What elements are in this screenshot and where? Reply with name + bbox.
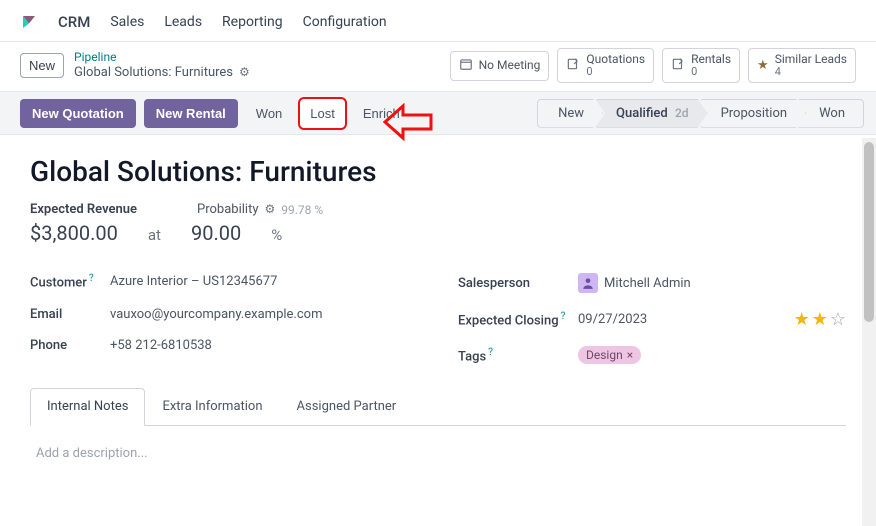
- tag-chip[interactable]: Design ×: [578, 346, 641, 364]
- stat-quotations-count: 0: [586, 66, 645, 78]
- new-quotation-button[interactable]: New Quotation: [20, 99, 136, 128]
- tag-chip-label: Design: [586, 348, 623, 362]
- phone-label: Phone: [30, 338, 110, 353]
- phone-value[interactable]: +58 212-6810538: [110, 338, 418, 353]
- lost-button[interactable]: Lost: [300, 99, 345, 128]
- stage-bar: New Qualified 2d Proposition Won: [537, 99, 856, 128]
- gear-icon[interactable]: [264, 202, 275, 217]
- enrich-button[interactable]: Enrich: [353, 99, 410, 128]
- stat-meetings[interactable]: No Meeting: [450, 51, 550, 81]
- stage-won[interactable]: Won: [798, 99, 864, 128]
- stage-new[interactable]: New: [537, 99, 603, 128]
- calendar-icon: [459, 57, 473, 75]
- tags-label: Tags: [458, 349, 486, 364]
- probability-value[interactable]: 90.00: [191, 221, 241, 245]
- priority-stars[interactable]: ★ ★ ☆: [794, 309, 846, 330]
- tabs: Internal Notes Extra Information Assigne…: [30, 388, 846, 426]
- expected-revenue-label: Expected Revenue: [30, 202, 137, 217]
- stat-meetings-label: No Meeting: [479, 59, 541, 72]
- close-icon[interactable]: ×: [627, 348, 633, 362]
- customer-value[interactable]: Azure Interior – US12345677: [110, 274, 418, 289]
- star-empty-icon: ☆: [830, 309, 846, 330]
- top-navbar: CRM Sales Leads Reporting Configuration: [0, 0, 876, 42]
- stat-similar-label: Similar Leads: [775, 53, 847, 66]
- tab-internal-notes[interactable]: Internal Notes: [30, 388, 145, 426]
- record-title[interactable]: Global Solutions: Furnitures: [30, 155, 846, 188]
- gear-icon[interactable]: [239, 65, 250, 81]
- form-body: Global Solutions: Furnitures Expected Re…: [0, 135, 876, 523]
- app-name[interactable]: CRM: [58, 13, 90, 31]
- email-label: Email: [30, 307, 110, 322]
- customer-label: Customer: [30, 276, 87, 291]
- help-icon[interactable]: ?: [89, 273, 94, 284]
- probability-hint: 99.78 %: [281, 203, 323, 217]
- nav-configuration[interactable]: Configuration: [303, 14, 387, 30]
- stat-quotations[interactable]: Quotations 0: [557, 48, 654, 83]
- expected-revenue-value[interactable]: $3,800.00: [30, 221, 118, 245]
- help-icon[interactable]: ?: [561, 311, 566, 322]
- tab-assigned-partner[interactable]: Assigned Partner: [280, 388, 414, 425]
- star-icon: [757, 58, 769, 73]
- stage-qualified[interactable]: Qualified 2d: [595, 99, 708, 128]
- tab-extra-information[interactable]: Extra Information: [145, 388, 279, 425]
- stat-quotations-label: Quotations: [586, 53, 645, 66]
- probability-label: Probability: [197, 202, 258, 217]
- edit-icon: [566, 57, 580, 75]
- edit-icon: [671, 57, 685, 75]
- breadcrumb-record: Global Solutions: Furnitures: [74, 65, 233, 81]
- breadcrumb-row: New Pipeline Global Solutions: Furniture…: [0, 42, 876, 91]
- salesperson-label: Salesperson: [458, 276, 578, 291]
- stat-rentals-label: Rentals: [691, 53, 731, 66]
- nav-leads[interactable]: Leads: [164, 14, 202, 30]
- action-bar: New Quotation New Rental Won Lost Enrich…: [0, 91, 876, 135]
- description-input[interactable]: Add a description...: [30, 426, 846, 481]
- stage-days: 2d: [675, 106, 689, 120]
- percent-label: %: [271, 226, 282, 244]
- stage-proposition[interactable]: Proposition: [700, 99, 807, 128]
- breadcrumb-parent[interactable]: Pipeline: [74, 50, 250, 65]
- new-record-button[interactable]: New: [20, 53, 64, 78]
- email-value[interactable]: vauxoo@yourcompany.example.com: [110, 307, 418, 322]
- nav-reporting[interactable]: Reporting: [222, 14, 283, 30]
- app-logo-icon: [20, 13, 38, 31]
- stat-similar[interactable]: Similar Leads 4: [748, 48, 856, 83]
- stat-rentals-count: 0: [691, 66, 731, 78]
- scrollbar[interactable]: [862, 138, 876, 526]
- salesperson-value[interactable]: Mitchell Admin: [604, 276, 691, 291]
- help-icon[interactable]: ?: [488, 347, 493, 358]
- won-button[interactable]: Won: [246, 99, 293, 128]
- star-filled-icon: ★: [812, 309, 828, 330]
- stat-rentals[interactable]: Rentals 0: [662, 48, 740, 83]
- new-rental-button[interactable]: New Rental: [144, 99, 238, 128]
- stat-similar-count: 4: [775, 66, 847, 78]
- at-label: at: [148, 226, 161, 244]
- star-filled-icon: ★: [794, 309, 810, 330]
- scrollbar-thumb[interactable]: [864, 142, 874, 322]
- nav-sales[interactable]: Sales: [110, 14, 144, 30]
- expected-closing-value[interactable]: 09/27/2023: [578, 312, 794, 327]
- avatar: [578, 273, 598, 293]
- expected-closing-label: Expected Closing: [458, 313, 559, 328]
